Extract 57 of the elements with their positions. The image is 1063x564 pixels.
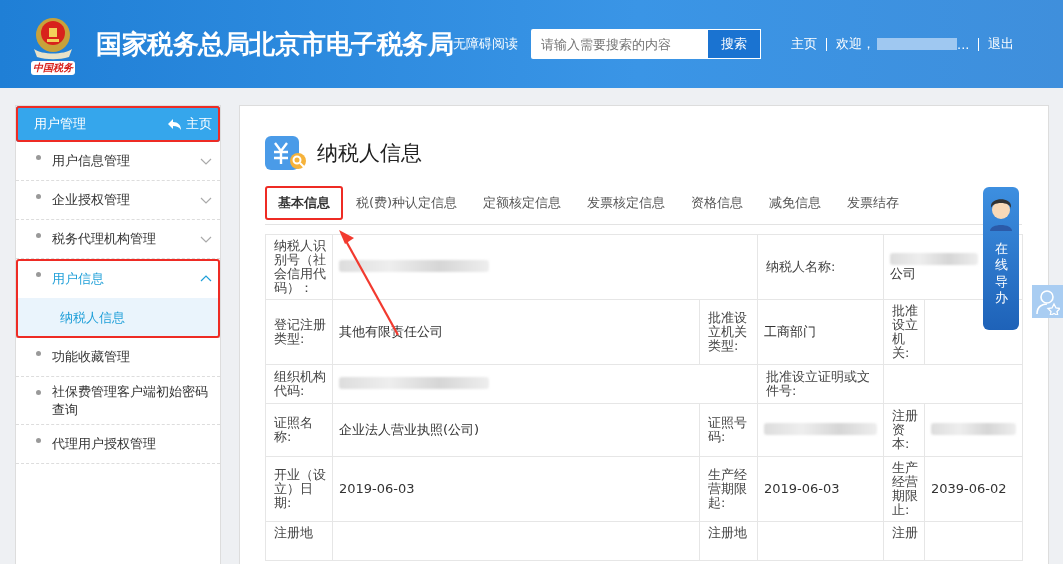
- online-guide-button[interactable]: 在线导办: [983, 187, 1019, 330]
- bullet-icon: [36, 272, 41, 277]
- field-label: 注册: [892, 525, 918, 540]
- bullet-icon: [36, 351, 41, 356]
- field-label: 注册资本:: [892, 408, 918, 451]
- sidebar-item[interactable]: 用户信息管理: [16, 142, 220, 181]
- tab[interactable]: 减免信息: [756, 186, 835, 220]
- field-label: 开业（设立）日期:: [274, 467, 326, 510]
- tab[interactable]: 定额核定信息: [470, 186, 575, 220]
- tab[interactable]: 税(费)种认定信息: [343, 186, 471, 220]
- field-label: 批准设立证明或文件号:: [766, 369, 870, 398]
- bullet-icon: [36, 233, 41, 238]
- welcome-text: 欢迎，: [836, 35, 875, 53]
- emblem-caption: 中国税务: [31, 61, 75, 75]
- field-label: 纳税人名称:: [766, 259, 836, 274]
- field-label: 注册地: [708, 525, 747, 540]
- chevron-up-icon: [200, 275, 212, 282]
- field-label: 组织机构代码:: [274, 369, 326, 398]
- chevron-down-icon: [200, 157, 212, 165]
- field-label: 注册地: [274, 525, 313, 540]
- site-title: 国家税务总局北京市电子税务局: [96, 27, 453, 61]
- search-button[interactable]: 搜索: [707, 29, 761, 59]
- tab[interactable]: 发票结存: [834, 186, 913, 220]
- field-label: 批准设立机关类型:: [708, 310, 747, 353]
- sidebar-item[interactable]: 功能收藏管理: [16, 338, 220, 377]
- reply-arrow-icon: [168, 118, 181, 130]
- page-title: 纳税人信息: [317, 140, 422, 167]
- field-value: 2019-06-03: [764, 481, 840, 496]
- sidebar-item[interactable]: 社保费管理客户端初始密码查询: [16, 377, 220, 426]
- bullet-icon: [36, 390, 41, 395]
- field-value: 2039-06-02: [931, 481, 1007, 496]
- bullet-icon: [36, 438, 41, 444]
- bullet-icon: [36, 194, 41, 199]
- tab[interactable]: 基本信息: [265, 186, 343, 220]
- sidebar-item[interactable]: 税务代理机构管理: [16, 220, 220, 259]
- field-value: 2019-06-03: [339, 481, 415, 496]
- field-label: 纳税人识别号（社会信用代码）：: [274, 238, 326, 295]
- search-field[interactable]: 请输入需要搜索的内容: [531, 29, 707, 59]
- chevron-down-icon: [200, 196, 212, 204]
- field-label: 证照名称:: [274, 415, 313, 444]
- ellipsis-text: ...: [957, 36, 970, 52]
- bullet-icon: [36, 155, 41, 160]
- field-label: 生产经营期限起:: [708, 467, 747, 510]
- field-label: 证照号码:: [708, 415, 747, 444]
- sidebar-title: 用户管理: [34, 115, 86, 133]
- chevron-down-icon: [200, 235, 212, 243]
- field-label: 登记注册类型:: [274, 317, 326, 346]
- field-label: 生产经营期限止:: [892, 460, 918, 517]
- sidebar-item[interactable]: 代理用户授权管理: [16, 425, 220, 465]
- field-label: 批准设立机关:: [892, 303, 918, 360]
- field-value: 工商部门: [764, 324, 816, 339]
- tab[interactable]: 资格信息: [678, 186, 757, 220]
- receipt-search-icon: [265, 134, 309, 172]
- sidebar-item[interactable]: 企业授权管理: [16, 181, 220, 220]
- tab[interactable]: 发票核定信息: [574, 186, 679, 220]
- field-value: 公司: [890, 267, 916, 281]
- field-value: 企业法人营业执照(公司): [339, 422, 480, 437]
